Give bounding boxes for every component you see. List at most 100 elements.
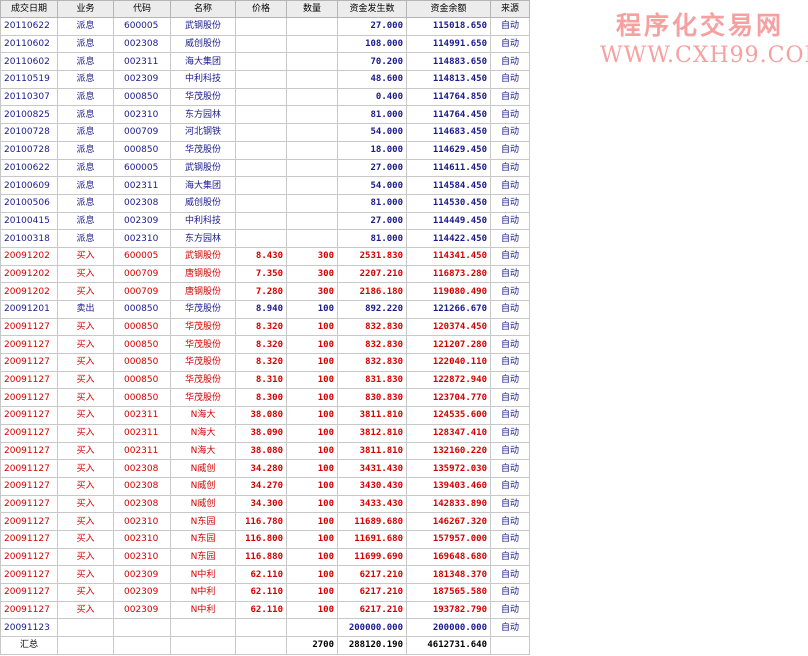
cell-amount: 892.220 xyxy=(337,300,407,319)
table-row[interactable]: 20100318 派息 002310 东方园林 81.000 114422.450 自动 xyxy=(0,229,530,248)
col-header-date[interactable]: 成交日期 xyxy=(0,0,58,18)
col-header-name[interactable]: 名称 xyxy=(170,0,236,18)
table-row[interactable]: 20091127 买入 000850 华茂股份 8.320 100 832.830 12204… xyxy=(0,353,530,372)
cell-balance: 114584.450 xyxy=(406,176,491,195)
cell-code: 600005 xyxy=(113,17,171,36)
table-row[interactable]: 20110622 派息 600005 武钢股份 27.000 115018.650 自动 xyxy=(0,17,530,36)
table-row[interactable]: 20091127 买入 002309 N中利 62.110 100 6217.210 1937… xyxy=(0,600,530,620)
cell-code: 000850 xyxy=(113,140,171,160)
cell-quantity: 100 xyxy=(286,600,338,620)
cell-price xyxy=(235,618,287,638)
cell-price: 8.320 xyxy=(235,353,287,372)
cell-quantity xyxy=(286,34,338,54)
table-row[interactable]: 20091127 买入 002310 N东园 116.800 100 11691.680 15… xyxy=(0,529,530,549)
cell-quantity: 100 xyxy=(286,317,338,337)
cell-amount: 3812.810 xyxy=(337,423,407,443)
cell-source: 自动 xyxy=(490,105,530,125)
table-row[interactable]: 20100825 派息 002310 东方园林 81.000 114764.450 自动 xyxy=(0,105,530,125)
cell-price: 116.780 xyxy=(235,512,287,531)
col-header-balance[interactable]: 资金余额 xyxy=(406,0,491,18)
cell-date: 20100825 xyxy=(0,105,58,125)
table-row[interactable]: 20100506 派息 002308 威创股份 81.000 114530.450 自动 xyxy=(0,193,530,213)
table-row[interactable]: 20091202 买入 000709 唐钢股份 7.280 300 2186.180 1190… xyxy=(0,282,530,301)
cell-quantity xyxy=(286,176,338,195)
cell-code: 002311 xyxy=(113,441,171,461)
cell-price: 38.080 xyxy=(235,441,287,461)
cell-source: 自动 xyxy=(490,547,530,567)
header-row: 成交日期 业务 代码 名称 价格 数量 资金发生数 资金余额 来源 xyxy=(0,0,530,18)
cell-business: 派息 xyxy=(57,52,114,72)
table-row[interactable]: 20110307 派息 000850 华茂股份 0.400 114764.850 自动 xyxy=(0,87,530,107)
table-row[interactable]: 20100622 派息 600005 武钢股份 27.000 114611.450 自动 xyxy=(0,158,530,178)
table-row[interactable]: 20091127 买入 002310 N东园 116.880 100 11699.690 16… xyxy=(0,547,530,567)
cell-source: 自动 xyxy=(490,282,530,301)
col-header-business[interactable]: 业务 xyxy=(57,0,114,18)
table-row[interactable]: 20091127 买入 002311 N海大 38.090 100 3812.810 1283… xyxy=(0,423,530,443)
table-row[interactable]: 20091201 卖出 000850 华茂股份 8.940 100 892.220 12126… xyxy=(0,300,530,319)
cell-amount: 70.200 xyxy=(337,52,407,72)
cell-quantity: 100 xyxy=(286,565,338,584)
cell-business: 派息 xyxy=(57,193,114,213)
table-row[interactable]: 20091127 买入 002308 N威创 34.300 100 3433.430 1428… xyxy=(0,494,530,514)
cell-price xyxy=(235,193,287,213)
cell-balance: 114764.850 xyxy=(406,87,491,107)
cell-source: 自动 xyxy=(490,476,530,496)
cell-business: 买入 xyxy=(57,565,114,584)
cell-date: 20100609 xyxy=(0,176,58,195)
table-row[interactable]: 20100728 派息 000850 华茂股份 18.000 114629.450 自动 xyxy=(0,140,530,160)
table-row[interactable]: 20091123 200000.000 200000.000 自动 xyxy=(0,618,530,638)
cell-balance: 114813.450 xyxy=(406,70,491,89)
cell-source: 自动 xyxy=(490,459,530,478)
table-row[interactable]: 20091127 买入 002309 N中利 62.110 100 6217.210 1875… xyxy=(0,583,530,602)
cell-amount: 832.830 xyxy=(337,335,407,355)
table-row[interactable]: 20091127 买入 002309 N中利 62.110 100 6217.210 1813… xyxy=(0,565,530,584)
table-row[interactable]: 20100415 派息 002309 中利科技 27.000 114449.450 自动 xyxy=(0,211,530,231)
cell-date: 20091127 xyxy=(0,335,58,355)
cell-amount: 81.000 xyxy=(337,193,407,213)
table-row[interactable]: 20091127 买入 002311 N海大 38.080 100 3811.810 1321… xyxy=(0,441,530,461)
cell-balance: 193782.790 xyxy=(406,600,491,620)
cell-source: 自动 xyxy=(490,370,530,390)
table-row[interactable]: 20110602 派息 002308 威创股份 108.000 114991.650 自动 xyxy=(0,34,530,54)
cell-name: 华茂股份 xyxy=(170,317,236,337)
table-row[interactable]: 20091127 买入 000850 华茂股份 8.320 100 832.830 12120… xyxy=(0,335,530,355)
cell-name: N中利 xyxy=(170,583,236,602)
table-row[interactable]: 20091127 买入 000850 华茂股份 8.310 100 831.830 12287… xyxy=(0,370,530,390)
cell-business: 买入 xyxy=(57,388,114,408)
table-row[interactable]: 20100728 派息 000709 河北钢铁 54.000 114683.450 自动 xyxy=(0,123,530,142)
table-row[interactable]: 20091127 买入 002311 N海大 38.080 100 3811.810 1245… xyxy=(0,406,530,425)
cell-name: 华茂股份 xyxy=(170,335,236,355)
cell-price: 38.090 xyxy=(235,423,287,443)
cell-date: 20091127 xyxy=(0,547,58,567)
cell-balance: 114530.450 xyxy=(406,193,491,213)
cell-name: N海大 xyxy=(170,423,236,443)
cell-quantity: 100 xyxy=(286,547,338,567)
table-row[interactable]: 20091127 买入 002308 N威创 34.280 100 3431.430 1359… xyxy=(0,459,530,478)
cell-amount: 3430.430 xyxy=(337,476,407,496)
col-header-code[interactable]: 代码 xyxy=(113,0,171,18)
table-row[interactable]: 20110602 派息 002311 海大集团 70.200 114883.650 自动 xyxy=(0,52,530,72)
table-row[interactable]: 20091127 买入 002308 N威创 34.270 100 3430.430 1394… xyxy=(0,476,530,496)
cell-balance: 114611.450 xyxy=(406,158,491,178)
table-row[interactable]: 20091202 买入 000709 唐钢股份 7.350 300 2207.210 1168… xyxy=(0,264,530,284)
table-row[interactable]: 20091127 买入 000850 华茂股份 8.320 100 832.830 12037… xyxy=(0,317,530,337)
col-header-quantity[interactable]: 数量 xyxy=(286,0,338,18)
table-row[interactable]: 20091127 买入 000850 华茂股份 8.300 100 830.830 12370… xyxy=(0,388,530,408)
cell-business: 买入 xyxy=(57,512,114,531)
cell-name: 武钢股份 xyxy=(170,17,236,36)
table-row[interactable]: 20100609 派息 002311 海大集团 54.000 114584.450 自动 xyxy=(0,176,530,195)
cell-balance: 114341.450 xyxy=(406,246,491,266)
table-row[interactable]: 20091127 买入 002310 N东园 116.780 100 11689.680 14… xyxy=(0,512,530,531)
cell-code: 002311 xyxy=(113,423,171,443)
cell-code: 000709 xyxy=(113,123,171,142)
table-row[interactable]: 20091202 买入 600005 武钢股份 8.430 300 2531.830 1143… xyxy=(0,246,530,266)
cell-name: N威创 xyxy=(170,494,236,514)
cell-date: 20091127 xyxy=(0,600,58,620)
cell-price: 34.270 xyxy=(235,476,287,496)
col-header-price[interactable]: 价格 xyxy=(235,0,287,18)
col-header-source[interactable]: 来源 xyxy=(490,0,530,18)
cell-price xyxy=(235,211,287,231)
col-header-amount[interactable]: 资金发生数 xyxy=(337,0,407,18)
table-row[interactable]: 20110519 派息 002309 中利科技 48.600 114813.450 自动 xyxy=(0,70,530,89)
cell-price: 116.800 xyxy=(235,529,287,549)
